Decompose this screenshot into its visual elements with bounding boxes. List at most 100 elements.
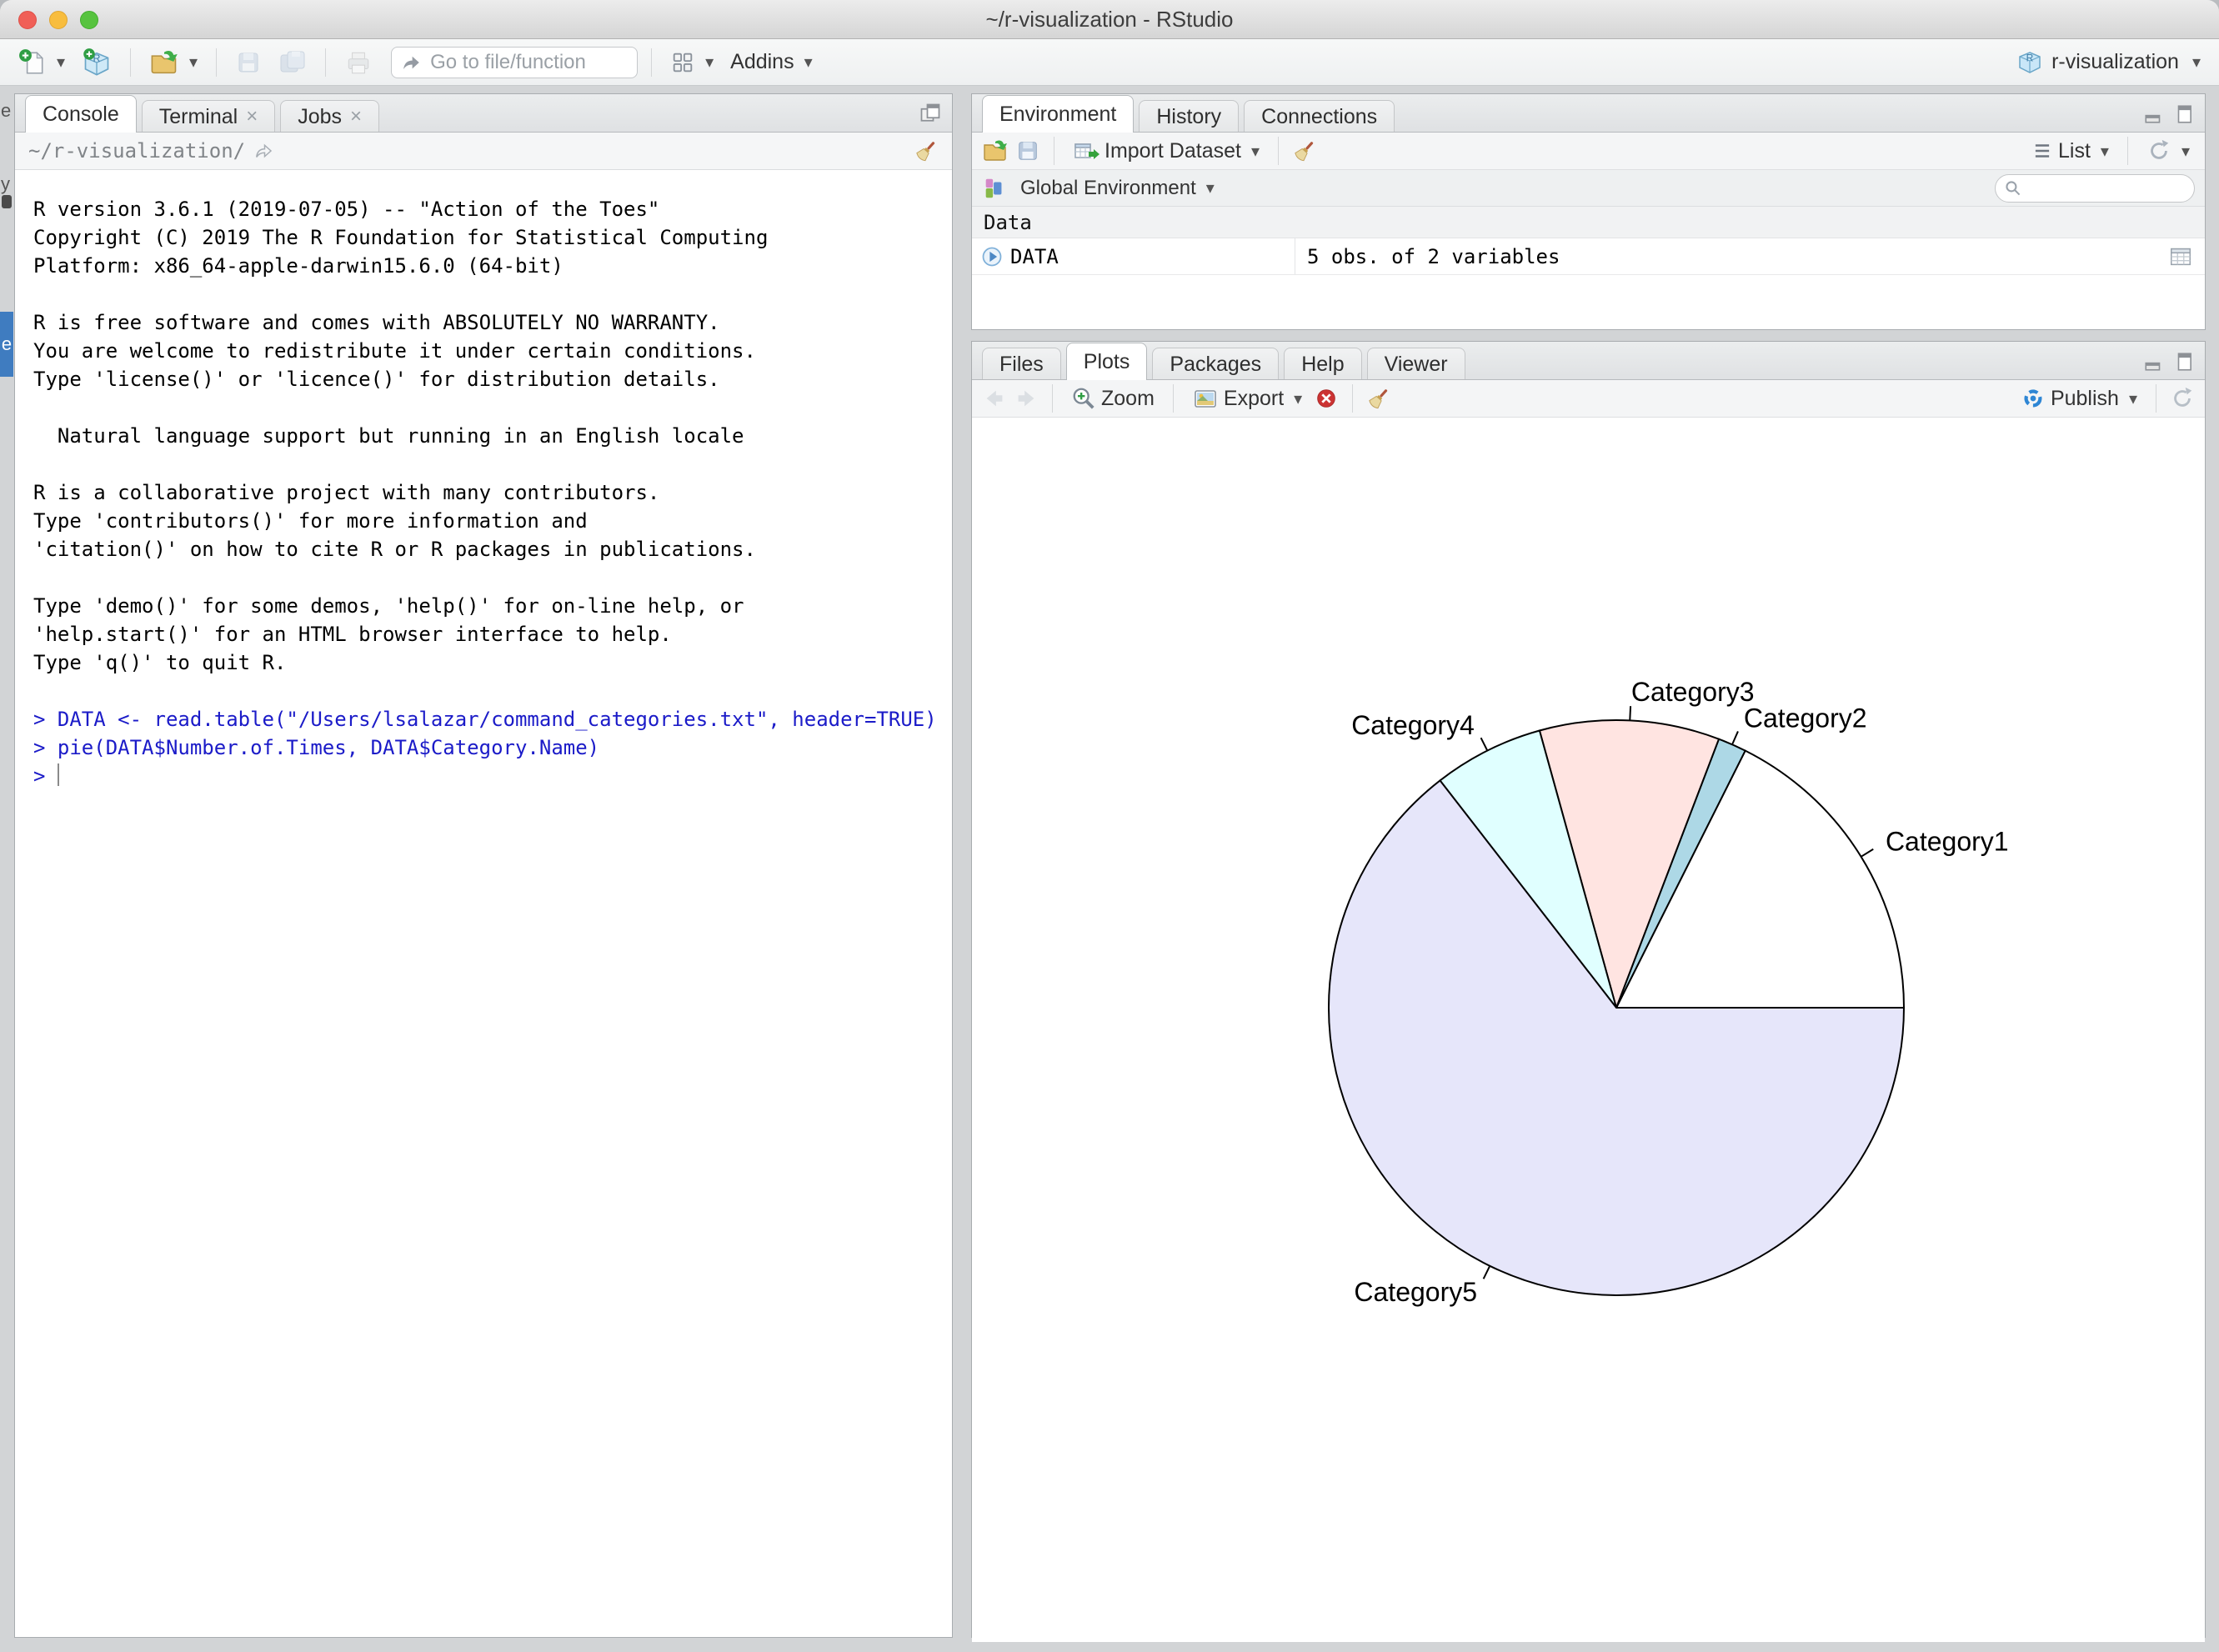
- addins-button[interactable]: Addins: [725, 47, 818, 78]
- minimize-pane-icon[interactable]: [2143, 351, 2165, 373]
- import-dataset-button[interactable]: Import Dataset: [1068, 134, 1265, 168]
- open-file-button[interactable]: [144, 44, 203, 81]
- console-output-line: [33, 280, 952, 308]
- new-project-button[interactable]: R: [77, 44, 117, 81]
- tab-files[interactable]: Files: [982, 348, 1061, 379]
- console-output-line: R is a collaborative project with many c…: [33, 478, 952, 507]
- goto-file-search[interactable]: [391, 47, 638, 78]
- environment-search-box[interactable]: [1995, 174, 2195, 203]
- go-to-directory-icon[interactable]: [253, 141, 273, 161]
- goto-file-input[interactable]: [428, 50, 617, 75]
- section-label: Data: [984, 211, 1032, 234]
- toolbar-separator: [216, 48, 217, 77]
- tab-jobs[interactable]: Jobs: [280, 100, 379, 132]
- import-dataset-icon: [1073, 138, 1099, 164]
- publish-plot-button[interactable]: Publish: [2016, 383, 2142, 414]
- tab-label: Environment: [999, 98, 1116, 130]
- previous-plot-arrow-icon[interactable]: [982, 386, 1007, 411]
- clear-all-plots-broom-icon[interactable]: [1366, 386, 1391, 411]
- console-output-line: [33, 450, 952, 478]
- rstudio-window: ~/r-visualization - RStudio R: [0, 0, 2219, 1652]
- svg-text:R: R: [2026, 52, 2034, 63]
- environment-object-row[interactable]: DATA 5 obs. of 2 variables: [972, 238, 2205, 275]
- tab-terminal[interactable]: Terminal: [142, 100, 276, 132]
- environment-search-input[interactable]: [2027, 177, 2177, 200]
- pie-chart: Category1Category2Category3Category4Cate…: [972, 418, 2205, 1638]
- background-text-fragment: y: [1, 173, 10, 195]
- tab-history[interactable]: History: [1139, 100, 1239, 132]
- tab-label: Jobs: [298, 101, 342, 133]
- export-label: Export: [1224, 387, 1284, 411]
- print-button[interactable]: [339, 45, 378, 80]
- project-menu-button[interactable]: R r-visualization: [2011, 46, 2206, 79]
- save-button[interactable]: [230, 46, 267, 79]
- next-plot-arrow-icon[interactable]: [1014, 386, 1039, 411]
- pie-label-tick: [1732, 731, 1738, 744]
- zoom-magnifier-icon: [1071, 386, 1096, 411]
- pie-label-tick: [1481, 738, 1488, 750]
- background-text-fragment: e: [2, 333, 12, 355]
- tab-plots[interactable]: Plots: [1066, 343, 1148, 380]
- new-project-icon: R: [82, 48, 112, 78]
- console-output-line: R is free software and comes with ABSOLU…: [33, 308, 952, 337]
- list-view-button[interactable]: List: [2026, 136, 2114, 167]
- tab-label: History: [1156, 101, 1221, 133]
- refresh-plot-icon[interactable]: [2170, 386, 2195, 411]
- save-workspace-icon[interactable]: [1015, 138, 1040, 163]
- console-output[interactable]: R version 3.6.1 (2019-07-05) -- "Action …: [15, 170, 952, 1637]
- console-output-line: [33, 393, 952, 422]
- expand-object-icon[interactable]: [980, 245, 1004, 268]
- goto-arrow-icon: [400, 52, 422, 73]
- refresh-icon: [2146, 138, 2171, 163]
- new-file-icon: [18, 48, 47, 77]
- tab-connections[interactable]: Connections: [1244, 100, 1395, 132]
- tab-viewer[interactable]: Viewer: [1367, 348, 1465, 379]
- save-all-icon: [278, 48, 307, 77]
- console-output-line: Platform: x86_64-apple-darwin15.6.0 (64-…: [33, 252, 952, 280]
- pie-label: Category4: [1351, 710, 1475, 740]
- zoom-label: Zoom: [1101, 387, 1155, 411]
- maximize-pane-icon[interactable]: [919, 102, 942, 125]
- maximize-pane-icon[interactable]: [2173, 103, 2195, 125]
- pie-label: Category5: [1354, 1277, 1477, 1307]
- console-output-line: R version 3.6.1 (2019-07-05) -- "Action …: [33, 195, 952, 223]
- console-output-line: You are welcome to redistribute it under…: [33, 337, 952, 365]
- maximize-pane-icon[interactable]: [2173, 351, 2195, 373]
- zoom-plot-button[interactable]: Zoom: [1066, 383, 1160, 414]
- refresh-environment-button[interactable]: [2141, 135, 2195, 167]
- new-file-button[interactable]: [13, 45, 70, 80]
- tab-help[interactable]: Help: [1284, 348, 1361, 379]
- title-bar[interactable]: ~/r-visualization - RStudio: [0, 0, 2219, 39]
- publish-label: Publish: [2051, 387, 2119, 411]
- publish-icon: [2021, 386, 2046, 411]
- plots-toolbar: Zoom Export: [972, 380, 2205, 418]
- tab-packages[interactable]: Packages: [1152, 348, 1279, 379]
- console-output-line: 'citation()' on how to cite R or R packa…: [33, 535, 952, 563]
- tab-console[interactable]: Console: [25, 95, 137, 133]
- save-all-button[interactable]: [273, 45, 312, 80]
- tab-label: Help: [1301, 348, 1344, 380]
- environment-scope-selector[interactable]: Global Environment: [1015, 173, 1220, 203]
- console-path-bar: ~/r-visualization/: [15, 133, 952, 170]
- object-value: 5 obs. of 2 variables: [1307, 245, 1560, 268]
- open-folder-icon: [149, 48, 179, 78]
- clear-environment-broom-icon[interactable]: [1292, 138, 1317, 163]
- toolbar-separator: [1278, 137, 1279, 165]
- environment-scope-bar: Global Environment: [972, 170, 2205, 207]
- text-cursor: [58, 763, 59, 786]
- minimize-pane-icon[interactable]: [2143, 103, 2165, 125]
- tab-environment[interactable]: Environment: [982, 95, 1134, 133]
- tab-label: Console: [43, 98, 119, 130]
- remove-plot-icon[interactable]: [1314, 386, 1339, 411]
- view-table-icon[interactable]: [2168, 244, 2193, 269]
- search-icon: [2004, 179, 2022, 198]
- close-icon[interactable]: [246, 107, 258, 127]
- workspace-panes-button[interactable]: [665, 47, 719, 78]
- load-workspace-folder-icon[interactable]: [982, 138, 1009, 164]
- export-plot-button[interactable]: Export: [1187, 382, 1307, 415]
- close-icon[interactable]: [350, 107, 362, 127]
- clear-console-broom-icon[interactable]: [914, 138, 939, 163]
- environment-toolbar: Import Dataset List: [972, 133, 2205, 170]
- console-input-line: >: [33, 762, 952, 790]
- console-tabbar: Console Terminal Jobs: [15, 94, 952, 133]
